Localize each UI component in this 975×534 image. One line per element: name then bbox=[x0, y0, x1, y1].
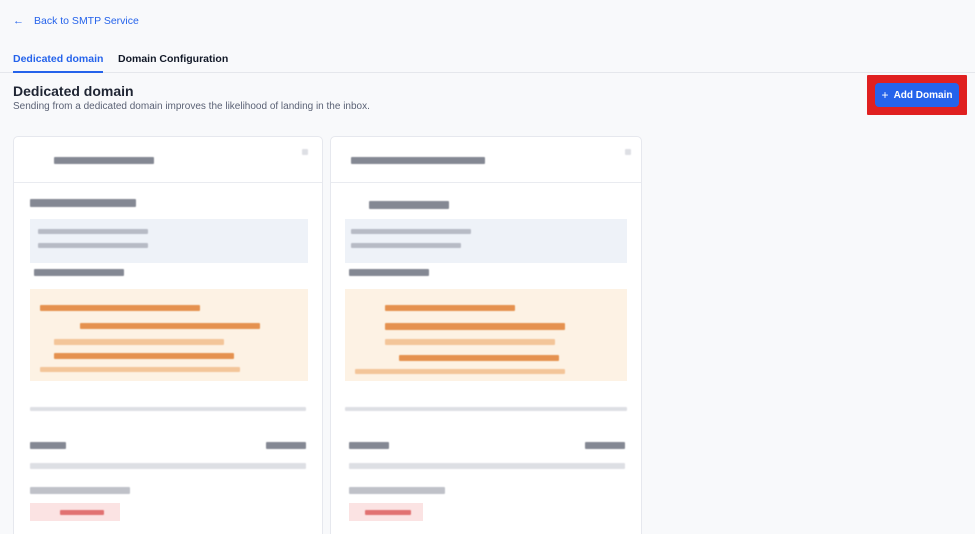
domain-card-header bbox=[331, 137, 641, 183]
plus-icon: + bbox=[881, 88, 889, 102]
redacted-record-panel bbox=[30, 219, 308, 263]
back-link-label: Back to SMTP Service bbox=[34, 15, 139, 27]
redacted-label bbox=[369, 201, 449, 209]
redacted-value bbox=[585, 442, 625, 449]
tab-bar: Dedicated domain Domain Configuration bbox=[0, 46, 975, 73]
add-domain-highlight: + Add Domain bbox=[867, 75, 967, 115]
redacted-status bbox=[30, 503, 120, 521]
add-domain-label: Add Domain bbox=[893, 89, 953, 101]
redacted-label bbox=[30, 442, 66, 449]
domain-card-2[interactable] bbox=[330, 136, 642, 534]
redacted-label bbox=[349, 269, 429, 276]
redacted-label bbox=[30, 199, 136, 207]
redacted-value bbox=[266, 442, 306, 449]
section-subtitle: Sending from a dedicated domain improves… bbox=[13, 101, 370, 112]
redacted-divider bbox=[345, 407, 627, 411]
redacted-domain-name bbox=[54, 157, 154, 164]
tab-dedicated-domain[interactable]: Dedicated domain bbox=[13, 53, 104, 73]
redacted-text bbox=[349, 463, 625, 469]
add-domain-button[interactable]: + Add Domain bbox=[875, 83, 959, 107]
redacted-divider bbox=[30, 407, 306, 411]
back-link[interactable]: ← Back to SMTP Service bbox=[13, 15, 139, 27]
redacted-warning-panel bbox=[345, 289, 627, 381]
redacted-label bbox=[30, 487, 130, 494]
tab-domain-configuration[interactable]: Domain Configuration bbox=[118, 53, 228, 73]
redacted-menu bbox=[625, 149, 631, 155]
redacted-domain-name bbox=[351, 157, 485, 164]
domain-card-header bbox=[14, 137, 322, 183]
domain-card-1[interactable] bbox=[13, 136, 323, 534]
redacted-menu bbox=[302, 149, 308, 155]
section-title: Dedicated domain bbox=[13, 83, 134, 99]
redacted-warning-panel bbox=[30, 289, 308, 381]
redacted-text bbox=[30, 463, 306, 469]
redacted-label bbox=[349, 442, 389, 449]
redacted-label bbox=[349, 487, 445, 494]
redacted-record-panel bbox=[345, 219, 627, 263]
redacted-label bbox=[34, 269, 124, 276]
arrow-left-icon: ← bbox=[13, 14, 24, 27]
redacted-status bbox=[349, 503, 423, 521]
